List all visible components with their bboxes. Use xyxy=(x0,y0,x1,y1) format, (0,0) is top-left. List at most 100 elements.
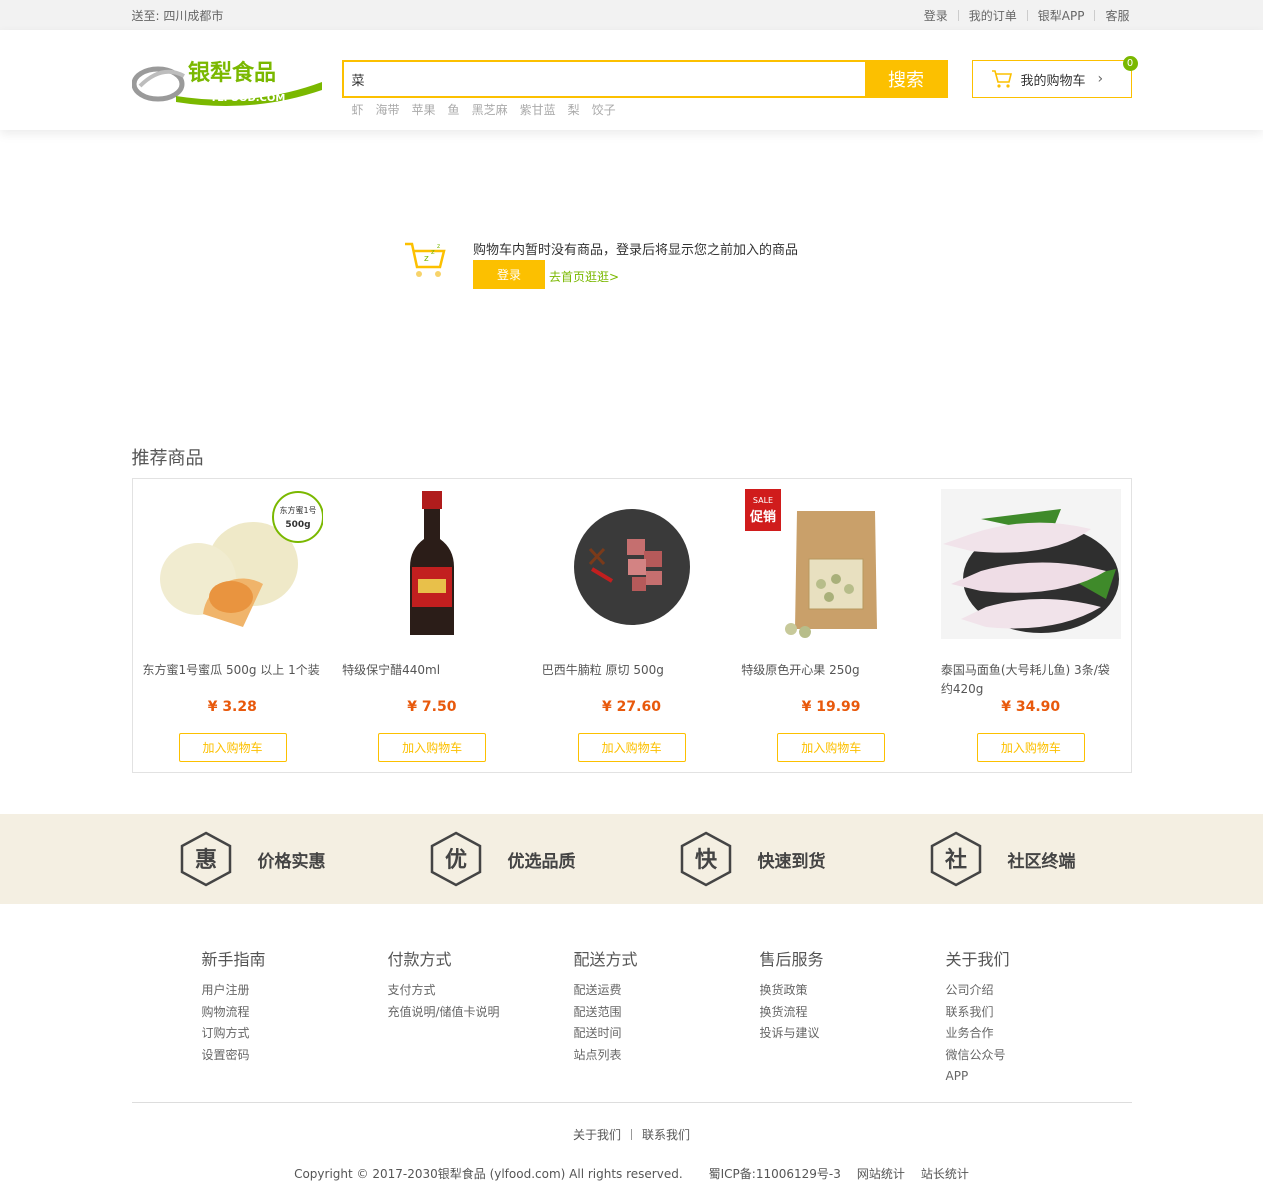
footer-link[interactable]: 业务合作 xyxy=(946,1023,1010,1045)
svg-text:SALE: SALE xyxy=(753,496,773,505)
footer-link[interactable]: 投诉与建议 xyxy=(760,1023,824,1045)
footer-link[interactable]: 换货流程 xyxy=(760,1002,824,1024)
footer-link[interactable]: 用户注册 xyxy=(202,980,266,1002)
hotword-link[interactable]: 紫甘蓝 xyxy=(520,101,556,118)
webmaster-stats-link[interactable]: 站长统计 xyxy=(921,1165,969,1182)
footer-link[interactable]: 充值说明/储值卡说明 xyxy=(388,1002,500,1024)
hot-keywords: 虾 海带 苹果 鱼 黑芝麻 紫甘蓝 梨 饺子 xyxy=(352,101,616,118)
hotword-link[interactable]: 饺子 xyxy=(592,101,616,118)
site-stats-link[interactable]: 网站统计 xyxy=(857,1165,905,1182)
product-list: 东方蜜1号 500g 东方蜜1号蜜瓜 500g 以上 1个装 ¥ 3.28 加入… xyxy=(131,478,1132,773)
contact-us-link[interactable]: 联系我们 xyxy=(642,1126,690,1143)
footer-link[interactable]: 配送时间 xyxy=(574,1023,638,1045)
search-button[interactable]: 搜索 xyxy=(864,60,948,98)
recommend-title: 推荐商品 xyxy=(131,448,204,469)
svg-text:500g: 500g xyxy=(285,520,310,530)
logo-text: 银犁食品 xyxy=(188,60,276,86)
footer-link[interactable]: 配送范围 xyxy=(574,1002,638,1024)
add-to-cart-button[interactable]: 加入购物车 xyxy=(577,733,686,762)
footer-column-title: 售后服务 xyxy=(759,950,824,969)
hotword-link[interactable]: 海带 xyxy=(376,101,400,118)
svg-text:快: 快 xyxy=(694,848,717,873)
footer-link[interactable]: 订购方式 xyxy=(202,1023,266,1045)
product-image-pistachio[interactable]: SALE 促销 xyxy=(741,489,921,639)
footer-link[interactable]: 购物流程 xyxy=(202,1002,266,1024)
product-card: 东方蜜1号 500g 东方蜜1号蜜瓜 500g 以上 1个装 ¥ 3.28 加入… xyxy=(133,479,333,772)
hotword-link[interactable]: 虾 xyxy=(352,101,364,118)
product-name[interactable]: 泰国马面鱼(大号耗儿鱼) 3条/袋 约420g xyxy=(941,661,1121,699)
footer-link[interactable]: 设置密码 xyxy=(202,1045,266,1067)
search-input[interactable] xyxy=(341,60,865,98)
hotword-link[interactable]: 梨 xyxy=(568,101,580,118)
footer-links: 新手指南 用户注册 购物流程 订购方式 设置密码 付款方式 支付方式 充值说明/… xyxy=(132,904,1132,1102)
login-button[interactable]: 登录 xyxy=(473,260,545,289)
product-price: ¥ 3.28 xyxy=(207,699,257,715)
product-card: 巴西牛腩粒 原切 500g ¥ 27.60 加入购物车 xyxy=(532,479,732,772)
add-to-cart-button[interactable]: 加入购物车 xyxy=(777,733,886,762)
product-image-fish[interactable] xyxy=(940,489,1121,639)
divider xyxy=(131,1102,1132,1103)
about-us-link[interactable]: 关于我们 xyxy=(573,1126,621,1143)
product-price: ¥ 34.90 xyxy=(1001,699,1061,715)
product-name[interactable]: 巴西牛腩粒 原切 500g xyxy=(542,661,722,680)
product-image-melon[interactable]: 东方蜜1号 500g xyxy=(143,489,323,639)
footer-link[interactable]: 联系我们 xyxy=(946,1002,1010,1024)
my-orders-link[interactable]: 我的订单 xyxy=(959,7,1027,24)
product-price: ¥ 19.99 xyxy=(801,699,861,715)
go-home-link[interactable]: 去首页逛逛> xyxy=(549,268,619,285)
logo-domain: YLFOOD.COM xyxy=(209,93,285,104)
product-price: ¥ 27.60 xyxy=(602,699,661,715)
cart-count-badge: 0 xyxy=(1122,56,1138,71)
svg-text:促销: 促销 xyxy=(749,509,776,525)
product-name[interactable]: 东方蜜1号蜜瓜 500g 以上 1个装 xyxy=(143,661,323,680)
hotword-link[interactable]: 黑芝麻 xyxy=(472,101,508,118)
svg-text:z: z xyxy=(431,248,435,256)
hexagon-icon: 快 xyxy=(680,831,731,887)
add-to-cart-button[interactable]: 加入购物车 xyxy=(976,733,1085,762)
feature-item: 社 社区终端 xyxy=(882,831,1132,887)
product-card: SALE 促销 特级原色开心果 250g ¥ 19.99 加入购物车 xyxy=(731,479,931,772)
footer-link[interactable]: 配送运费 xyxy=(574,980,638,1002)
svg-text:优: 优 xyxy=(444,847,466,873)
divider xyxy=(631,1129,632,1140)
svg-text:z: z xyxy=(437,243,440,250)
delivery-location[interactable]: 送至: 四川成都市 xyxy=(132,7,224,24)
footer-link[interactable]: 站点列表 xyxy=(574,1045,638,1067)
site-logo[interactable]: 银犁食品 YLFOOD.COM xyxy=(131,56,327,106)
footer-column-title: 新手指南 xyxy=(201,950,266,969)
hotword-link[interactable]: 鱼 xyxy=(448,101,460,118)
svg-text:惠: 惠 xyxy=(194,848,216,873)
chevron-right-icon: › xyxy=(1097,71,1104,87)
my-cart-button[interactable]: 我的购物车 › 0 xyxy=(971,56,1138,98)
product-image-vinegar[interactable] xyxy=(342,489,522,639)
feature-label: 快速到货 xyxy=(757,851,826,872)
hotword-link[interactable]: 苹果 xyxy=(412,101,436,118)
svg-text:z: z xyxy=(424,254,429,264)
hexagon-icon: 惠 xyxy=(180,831,231,887)
hexagon-icon: 社 xyxy=(930,831,981,887)
footer-column-payment: 付款方式 支付方式 充值说明/储值卡说明 xyxy=(388,946,500,1023)
footer-link[interactable]: 支付方式 xyxy=(388,980,500,1002)
login-link[interactable]: 登录 xyxy=(914,7,958,24)
hexagon-icon: 优 xyxy=(430,831,481,887)
footer-column-about: 关于我们 公司介绍 联系我们 业务合作 微信公众号 APP xyxy=(946,946,1010,1088)
footer-column-guide: 新手指南 用户注册 购物流程 订购方式 设置密码 xyxy=(202,946,266,1066)
empty-cart-message: 购物车内暂时没有商品，登录后将显示您之前加入的商品 xyxy=(473,243,799,258)
add-to-cart-button[interactable]: 加入购物车 xyxy=(378,733,487,762)
footer-link[interactable]: APP xyxy=(946,1066,1010,1088)
top-links: 登录 我的订单 银犁APP 客服 xyxy=(914,7,1132,24)
feature-item: 快 快速到货 xyxy=(632,831,882,887)
icp-text[interactable]: 蜀ICP备:11006129号-3 xyxy=(709,1165,841,1182)
footer-link[interactable]: 换货政策 xyxy=(760,980,824,1002)
footer-link[interactable]: 公司介绍 xyxy=(946,980,1010,1002)
features-band: 惠 价格实惠 优 优选品质 快 快速到货 社 社区终端 xyxy=(0,814,1263,904)
product-image-beef[interactable] xyxy=(542,489,722,639)
product-name[interactable]: 特级保宁醋440ml xyxy=(342,661,522,680)
footer-bottom: 关于我们 联系我们 Copyright © 2017-2030银犁食品 (ylf… xyxy=(131,1102,1132,1182)
app-link[interactable]: 银犁APP xyxy=(1028,7,1095,24)
footer-link[interactable]: 微信公众号 xyxy=(946,1045,1010,1067)
product-name[interactable]: 特级原色开心果 250g xyxy=(741,661,921,680)
add-to-cart-button[interactable]: 加入购物车 xyxy=(178,733,287,762)
customer-service-link[interactable]: 客服 xyxy=(1095,7,1131,24)
feature-label: 优选品质 xyxy=(507,851,576,872)
